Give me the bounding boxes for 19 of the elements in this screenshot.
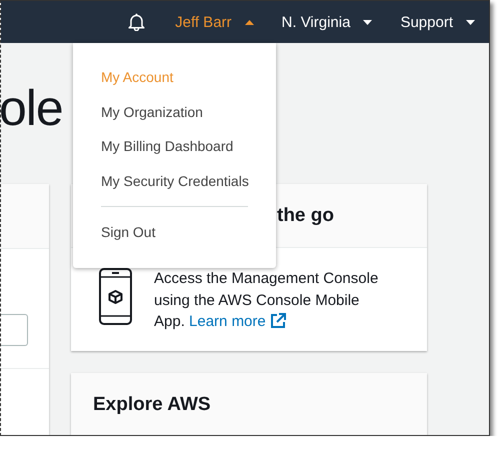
caret-icon — [363, 20, 372, 24]
caret-icon — [466, 20, 475, 24]
card-title: Explore AWS — [93, 394, 211, 416]
mobile-phone-icon — [99, 268, 132, 325]
nav-menu-button[interactable]: Support — [400, 14, 475, 30]
input-field[interactable] — [1, 314, 28, 346]
nav-menu-button[interactable]: N. Virginia — [282, 14, 372, 30]
account-menu-item[interactable]: My Security Credentials — [73, 164, 276, 198]
page-title: ole — [1, 78, 63, 136]
external-link-icon — [270, 313, 286, 329]
card-description: Access the Management Console using the AWS Console Mobile App. Learn more — [154, 269, 380, 332]
account-menu-item[interactable]: My Billing Dashboard — [73, 129, 276, 164]
account-menu-item[interactable]: Sign Out — [73, 215, 276, 250]
nav-menu-button[interactable]: Jeff Barr — [175, 14, 254, 30]
account-menu-item[interactable]: My Organization — [73, 94, 276, 129]
notifications-bell-icon[interactable] — [128, 13, 146, 31]
learn-more-link[interactable]: Learn more — [189, 313, 286, 330]
caret-icon — [244, 20, 254, 24]
card-title: the go — [277, 204, 334, 226]
